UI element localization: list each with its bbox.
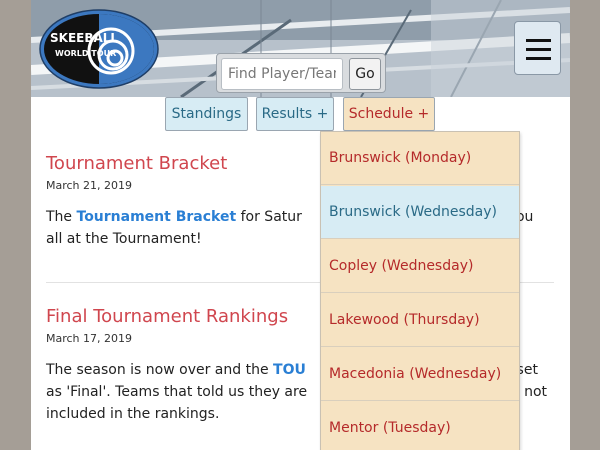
svg-text:SKEEBALL: SKEEBALL (50, 31, 118, 45)
tournament-link[interactable]: TOU (273, 362, 306, 378)
header-banner: SKEEBALL WORLD TOUR Go (31, 0, 570, 97)
hamburger-bar-icon (526, 57, 551, 60)
search-form: Go (216, 53, 386, 93)
skeeball-world-tour-logo[interactable]: SKEEBALL WORLD TOUR (39, 9, 159, 89)
body-text: for Satur (236, 209, 302, 225)
body-text: The season is now over and the (46, 362, 274, 378)
hamburger-bar-icon (526, 48, 551, 51)
nav-schedule-button[interactable]: Schedule + (343, 97, 435, 131)
body-text: all at the Tournament! (46, 231, 202, 247)
schedule-item-mentor-tuesday[interactable]: Mentor (Tuesday) (321, 402, 519, 450)
player-team-search-input[interactable] (221, 58, 343, 90)
nav-standings-button[interactable]: Standings (165, 97, 248, 131)
schedule-dropdown-menu: Brunswick (Monday) Brunswick (Wednesday)… (320, 131, 520, 450)
body-text: The (46, 209, 77, 225)
hamburger-bar-icon (526, 39, 551, 42)
body-text: as 'Final'. Teams that told us they are (46, 384, 308, 400)
schedule-item-macedonia-wednesday[interactable]: Macedonia (Wednesday) (321, 348, 519, 401)
schedule-item-brunswick-wednesday[interactable]: Brunswick (Wednesday) (321, 186, 519, 239)
body-text: included in the rankings. (46, 406, 220, 422)
schedule-item-lakewood-thursday[interactable]: Lakewood (Thursday) (321, 294, 519, 347)
svg-text:WORLD TOUR: WORLD TOUR (55, 49, 116, 58)
page: SKEEBALL WORLD TOUR Go Standings Results… (31, 0, 570, 450)
schedule-item-copley-wednesday[interactable]: Copley (Wednesday) (321, 240, 519, 293)
search-go-button[interactable]: Go (349, 58, 381, 90)
schedule-item-brunswick-monday[interactable]: Brunswick (Monday) (321, 132, 519, 185)
tournament-bracket-link[interactable]: Tournament Bracket (77, 209, 237, 225)
menu-hamburger-button[interactable] (514, 21, 561, 75)
nav-results-button[interactable]: Results + (256, 97, 334, 131)
